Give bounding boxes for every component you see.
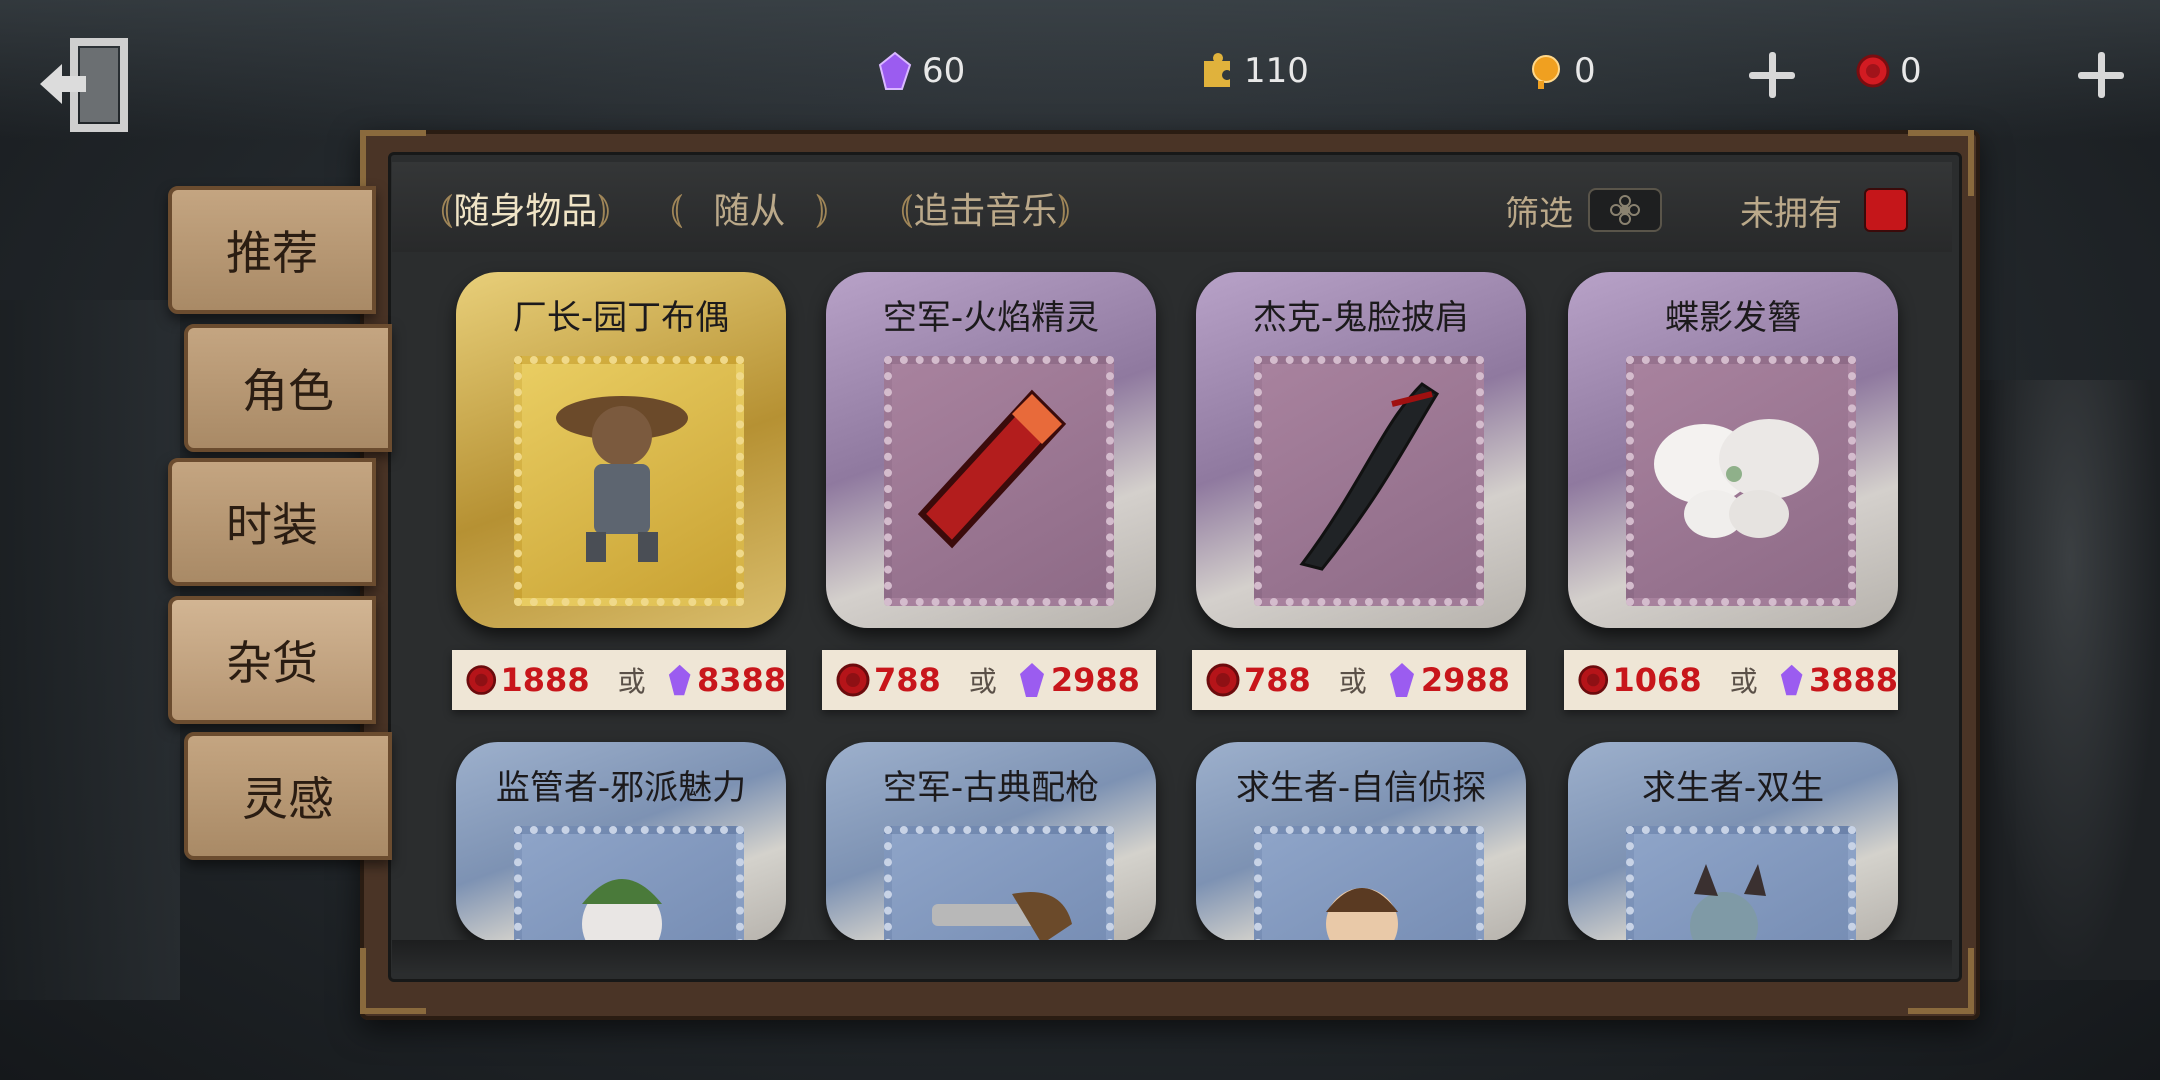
butterfly-hairpin-icon xyxy=(1654,419,1819,538)
scarecrow-doll-icon xyxy=(556,396,688,562)
item-name: 杰克-鬼脸披肩 xyxy=(1252,298,1470,338)
seal-price: 788 xyxy=(1244,661,1311,699)
item-card[interactable]: 厂长-园丁布偶 xyxy=(456,272,786,628)
or-label: 或 xyxy=(1338,665,1367,698)
gem-price: 2988 xyxy=(1420,661,1510,699)
gem-count: 60 xyxy=(922,51,966,91)
item-stamp xyxy=(514,826,744,942)
detective-figure-icon xyxy=(1326,888,1398,942)
panel-bottom-edge xyxy=(392,940,1952,974)
add-seal-button[interactable] xyxy=(2074,48,2128,102)
filter-button[interactable] xyxy=(1588,188,1662,232)
item-card[interactable]: 求生者-双生 xyxy=(1568,742,1898,942)
item-stamp xyxy=(1254,826,1484,942)
item-card[interactable]: 蝶影发簪 xyxy=(1568,272,1898,628)
side-tab-characters[interactable]: 角色 xyxy=(184,324,392,452)
puzzle-currency: 110 xyxy=(1200,46,1309,96)
side-tab-costumes[interactable]: 时装 xyxy=(168,458,376,586)
seal-currency: 0 xyxy=(1856,46,1922,96)
seal-price: 1888 xyxy=(500,661,590,699)
laurel-left-icon: ⦅ xyxy=(670,185,684,231)
gem-icon xyxy=(1780,664,1803,696)
side-tab-misc[interactable]: 杂货 xyxy=(168,596,376,724)
tab-pets[interactable]: ⦅ 随从 ⦆ xyxy=(670,178,829,238)
not-owned-checkbox[interactable] xyxy=(1864,188,1908,232)
flame-crystal-icon xyxy=(917,389,1067,549)
item-stamp xyxy=(884,356,1114,606)
item-name: 求生者-自信侦探 xyxy=(1235,768,1487,808)
gem-icon xyxy=(1389,663,1414,697)
ghost-shawl-icon xyxy=(1299,382,1440,571)
item-name: 求生者-双生 xyxy=(1641,768,1825,808)
clown-figure-icon xyxy=(582,879,662,942)
seal-icon xyxy=(1206,663,1240,697)
item-name: 空军-火焰精灵 xyxy=(882,298,1100,338)
or-label: 或 xyxy=(1729,665,1758,698)
price-tag: 1068 或 3888 xyxy=(1564,650,1898,710)
background-left-scenery xyxy=(0,300,180,1000)
gem-price: 8388 xyxy=(696,661,786,699)
laurel-right-icon: ⦆ xyxy=(1057,185,1071,231)
tab-accessories[interactable]: ⦅ 随身物品 ⦆ xyxy=(440,178,611,238)
item-stamp xyxy=(1626,826,1856,942)
item-card[interactable]: 杰克-鬼脸披肩 xyxy=(1196,272,1526,628)
clue-currency: 0 xyxy=(1530,46,1596,96)
background-right-scenery xyxy=(1980,380,2160,980)
gem-price: 3888 xyxy=(1808,661,1898,699)
item-name: 监管者-邪派魅力 xyxy=(495,768,747,808)
gem-price: 2988 xyxy=(1050,661,1140,699)
gem-icon xyxy=(878,51,912,90)
item-card[interactable]: 空军-古典配枪 xyxy=(826,742,1156,942)
seal-icon xyxy=(836,663,870,697)
background-top xyxy=(0,0,2160,140)
seal-price: 1068 xyxy=(1612,661,1702,699)
price-tag: 788 或 2988 xyxy=(822,650,1156,710)
seal-count: 0 xyxy=(1900,51,1922,91)
clue-icon xyxy=(1532,55,1560,89)
item-card[interactable]: 求生者-自信侦探 xyxy=(1196,742,1526,942)
clue-count: 0 xyxy=(1574,51,1596,91)
item-name: 厂长-园丁布偶 xyxy=(512,298,730,338)
laurel-left-icon: ⦅ xyxy=(440,185,454,231)
seal-icon xyxy=(1578,665,1609,695)
item-stamp xyxy=(1626,356,1856,606)
price-tag: 788 或 2988 xyxy=(1192,650,1526,710)
gem-icon xyxy=(668,664,691,696)
category-tab-bar xyxy=(392,162,1952,252)
twin-figure-icon xyxy=(1690,864,1766,942)
item-card[interactable]: 空军-火焰精灵 xyxy=(826,272,1156,628)
item-card[interactable]: 监管者-邪派魅力 xyxy=(456,742,786,942)
gem-icon xyxy=(1019,663,1044,697)
price-tag: 1888 或 8388 xyxy=(452,650,786,710)
laurel-right-icon: ⦆ xyxy=(815,185,829,231)
side-tab-recommended[interactable]: 推荐 xyxy=(168,186,376,314)
exit-button[interactable] xyxy=(36,36,136,136)
exit-door-icon xyxy=(40,38,128,132)
laurel-right-icon: ⦆ xyxy=(597,185,611,231)
item-stamp xyxy=(884,826,1114,942)
puzzle-icon xyxy=(1204,53,1230,87)
not-owned-label: 未拥有 xyxy=(1740,194,1842,234)
seal-icon xyxy=(466,665,497,695)
item-name: 空军-古典配枪 xyxy=(882,768,1100,808)
seal-icon xyxy=(1856,54,1890,88)
side-tab-inspiration[interactable]: 灵感 xyxy=(184,732,392,860)
item-stamp xyxy=(514,356,744,606)
gem-currency: 60 xyxy=(878,46,965,96)
or-label: 或 xyxy=(617,665,646,698)
filter-label: 筛选 xyxy=(1505,194,1573,234)
item-name: 蝶影发簪 xyxy=(1665,298,1801,338)
classic-pistol-icon xyxy=(932,892,1072,942)
item-stamp xyxy=(1254,356,1484,606)
puzzle-count: 110 xyxy=(1244,51,1309,91)
tab-chase-music[interactable]: ⦅ 追击音乐 ⦆ xyxy=(900,178,1071,238)
add-clue-button[interactable] xyxy=(1745,48,1799,102)
or-label: 或 xyxy=(968,665,997,698)
seal-price: 788 xyxy=(874,661,941,699)
laurel-left-icon: ⦅ xyxy=(900,185,914,231)
flower-filter-icon xyxy=(1610,195,1640,225)
